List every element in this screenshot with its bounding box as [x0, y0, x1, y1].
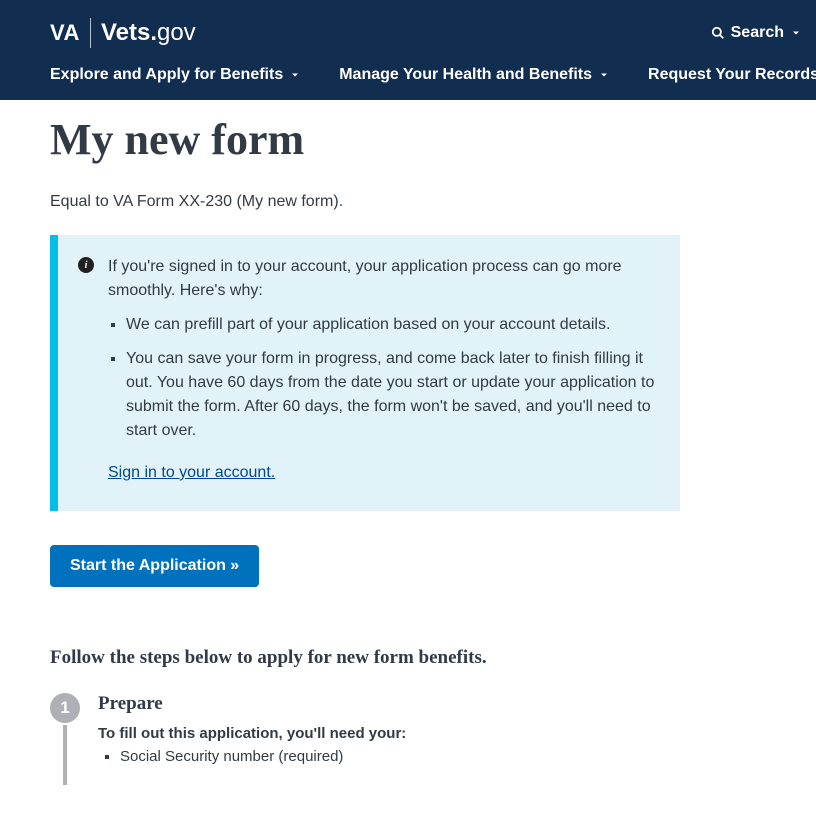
nav-request-records[interactable]: Request Your Records	[648, 66, 816, 84]
logo-vets-text: Vets.gov	[101, 19, 196, 47]
chevron-down-icon	[289, 69, 301, 81]
search-icon	[711, 26, 725, 40]
main-content: My new form Equal to VA Form XX-230 (My …	[0, 100, 760, 825]
chevron-down-icon	[598, 69, 610, 81]
nav-manage-health[interactable]: Manage Your Health and Benefits	[339, 66, 610, 84]
step-title: Prepare	[98, 693, 406, 715]
step-connector-line	[63, 725, 67, 785]
info-body: If you're signed in to your account, you…	[108, 255, 656, 485]
search-label: Search	[731, 24, 784, 42]
requirement-item: Social Security number (required)	[120, 748, 406, 765]
logo-va-text: VA	[50, 20, 80, 46]
info-bullet: We can prefill part of your application …	[126, 313, 656, 337]
step-prepare: 1 Prepare To fill out this application, …	[50, 693, 710, 785]
site-logo[interactable]: VA Vets.gov	[50, 18, 196, 48]
step-number-badge: 1	[50, 693, 80, 723]
info-intro: If you're signed in to your account, you…	[108, 255, 656, 303]
info-bullets: We can prefill part of your application …	[108, 313, 656, 443]
chevron-down-icon	[790, 27, 802, 39]
info-bullet: You can save your form in progress, and …	[126, 347, 656, 443]
nav-explore-benefits[interactable]: Explore and Apply for Benefits	[50, 66, 301, 84]
step-indicator: 1	[50, 693, 80, 785]
step-requirements: Social Security number (required)	[98, 748, 406, 765]
steps-heading: Follow the steps below to apply for new …	[50, 647, 710, 669]
logo-divider	[90, 18, 91, 48]
site-header: VA Vets.gov Search Explore and Apply for…	[0, 0, 816, 100]
start-application-button[interactable]: Start the Application »	[50, 545, 259, 587]
primary-nav: Explore and Apply for Benefits Manage Yo…	[0, 66, 816, 100]
page-title: My new form	[50, 114, 710, 165]
page-subtitle: Equal to VA Form XX-230 (My new form).	[50, 193, 710, 211]
sign-in-link[interactable]: Sign in to your account.	[108, 464, 275, 481]
header-top: VA Vets.gov Search	[0, 0, 816, 66]
search-toggle[interactable]: Search	[711, 24, 802, 42]
step-subtitle: To fill out this application, you'll nee…	[98, 725, 406, 742]
info-alert: i If you're signed in to your account, y…	[50, 235, 680, 511]
info-icon: i	[78, 257, 94, 273]
step-body: Prepare To fill out this application, yo…	[98, 693, 406, 785]
